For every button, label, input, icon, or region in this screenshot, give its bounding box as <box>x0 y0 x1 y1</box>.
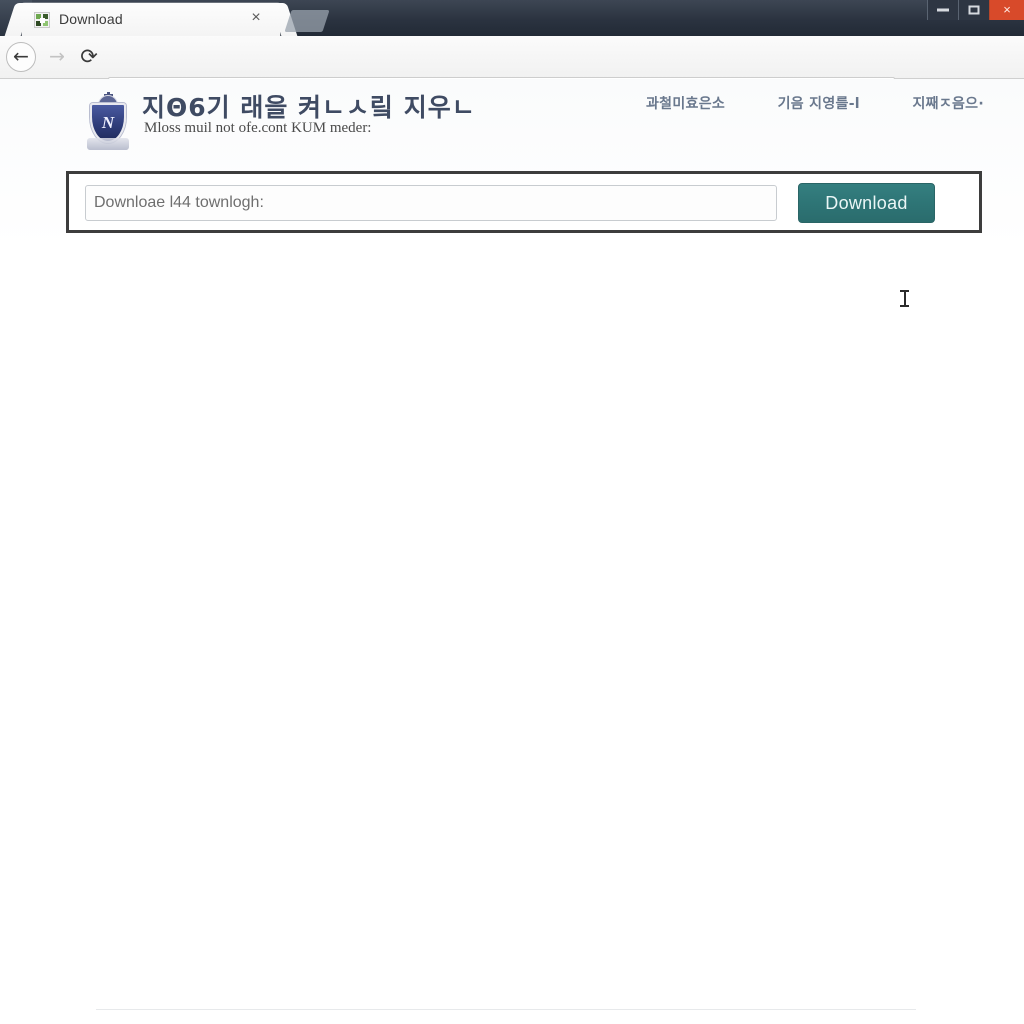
download-bar: Download <box>66 171 982 233</box>
back-button[interactable]: ← <box>6 42 36 72</box>
browser-tab-download[interactable]: Download × <box>22 3 280 36</box>
page-viewport: N 지Θ6기 래을 켜ㄴㅅ맄 지우ㄴ Mloss muil not ofe.co… <box>0 79 1024 1024</box>
site-nav-item-2[interactable]: 기음 지영를-l <box>778 93 860 113</box>
forward-button[interactable]: → <box>42 42 72 72</box>
maximize-icon <box>968 5 980 15</box>
browser-toolbar: ← → ⟳ figftware rlfeparicer.com ☆ ❄ <box>0 36 1024 110</box>
browser-window: Download × × ← → ⟳ N 지Θ6기 래을 켜ㄴㅅ맄 지우ㄴ Ml… <box>0 0 1024 1024</box>
new-tab-button[interactable] <box>284 10 330 32</box>
window-maximize-button[interactable] <box>958 0 989 20</box>
crest-letter: N <box>101 113 115 132</box>
window-controls: × <box>927 0 1024 22</box>
site-tagline: Mloss muil not ofe.cont KUM meder: <box>144 120 372 136</box>
close-icon: × <box>1003 2 1011 17</box>
tab-close-icon[interactable]: × <box>248 9 264 26</box>
window-minimize-button[interactable] <box>927 0 958 20</box>
minimize-icon <box>937 8 949 12</box>
download-button[interactable]: Download <box>798 183 935 223</box>
site-nav-item-1[interactable]: 과철미효은소 <box>646 93 725 113</box>
site-logo-crest-icon[interactable]: N <box>85 92 131 151</box>
download-url-input[interactable] <box>85 185 777 221</box>
site-header: N 지Θ6기 래을 켜ㄴㅅ맄 지우ㄴ Mloss muil not ofe.co… <box>66 87 984 162</box>
reload-icon: ⟳ <box>80 44 98 69</box>
page-bottom-divider <box>96 1009 916 1010</box>
tab-title: Download <box>59 11 123 27</box>
arrow-left-icon: ← <box>13 45 29 68</box>
reload-button[interactable]: ⟳ <box>74 42 104 72</box>
window-close-button[interactable]: × <box>989 0 1024 20</box>
site-nav-item-3[interactable]: 지째ㅈ음으· <box>912 93 984 113</box>
site-nav: 과철미효은소 기음 지영를-l 지째ㅈ음으· <box>646 93 984 113</box>
tab-favicon-icon <box>34 12 50 28</box>
window-titlebar: Download × × <box>0 0 1024 36</box>
arrow-right-icon: → <box>49 45 65 68</box>
site-title: 지Θ6기 래을 켜ㄴㅅ맄 지우ㄴ <box>142 93 476 122</box>
